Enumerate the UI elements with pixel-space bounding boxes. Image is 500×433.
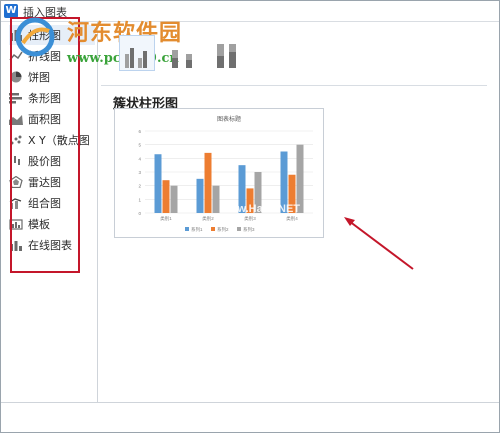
sidebar-item-bar[interactable]: 条形图 (9, 88, 95, 108)
sidebar-item-label: 雷达图 (28, 176, 61, 189)
chart-preview[interactable]: 图表标题 0 1 2 3 4 5 6 类别1 类别2 类别3 类别4 www.Hack.NET 系列1 系列… (114, 108, 324, 238)
sidebar-item-label: 折线图 (28, 50, 61, 63)
sidebar-item-template[interactable]: 模板 (9, 214, 95, 234)
stock-chart-icon (9, 155, 23, 167)
bar (196, 178, 204, 213)
sidebar-item-radar[interactable]: 雷达图 (9, 172, 95, 192)
sidebar-item-stock[interactable]: 股价图 (9, 151, 95, 171)
y-tick-label: 3 (138, 170, 141, 175)
preview-chart: 图表标题 0 1 2 3 4 5 6 类别1 类别2 类别3 类别4www.Hack.NET 系列1 系列… (138, 115, 313, 233)
section-divider (101, 85, 487, 86)
chart-title: 图表标题 (217, 115, 241, 123)
sidebar-item-label: X Y（散点图 (28, 134, 90, 147)
bar (170, 185, 178, 213)
sidebar-item-label: 在线图表 (28, 239, 72, 252)
sidebar-item-area[interactable]: 面积图 (9, 109, 95, 129)
footer-divider (1, 402, 499, 403)
chart-type-sidebar: 柱形图 折线图 饼图 条形图 面积图 X Y（散点图 股价图 雷达图 组合图 模… (1, 22, 98, 402)
column-chart-icon (9, 29, 23, 41)
bar (212, 185, 220, 213)
x-tick-label: 类别1 (160, 215, 172, 222)
legend-swatch (211, 227, 215, 231)
sidebar-item-scatter[interactable]: X Y（散点图 (9, 130, 95, 150)
subtype-percent-stacked-column[interactable] (209, 35, 245, 71)
sidebar-item-label: 条形图 (28, 92, 61, 105)
app-logo-icon: W (4, 4, 18, 18)
y-tick-label: 4 (138, 156, 141, 161)
chart-subtype-list (109, 35, 259, 75)
bar-chart-icon (9, 92, 23, 104)
y-tick-label: 0 (138, 211, 141, 216)
pie-chart-icon (9, 71, 23, 83)
legend-swatch (185, 227, 189, 231)
insert-chart-dialog: W 插入图表 柱形图 折线图 饼图 条形图 面积图 X Y（散点图 股价图 雷达… (0, 0, 500, 433)
legend-label: 系列1 (191, 226, 203, 233)
sidebar-item-label: 组合图 (28, 197, 61, 210)
sidebar-item-pie[interactable]: 饼图 (9, 67, 95, 87)
radar-chart-icon (9, 176, 23, 188)
sidebar-item-column[interactable]: 柱形图 (9, 25, 95, 45)
y-tick-label: 2 (138, 184, 141, 189)
clustered-column-icon (125, 48, 147, 68)
sidebar-item-label: 股价图 (28, 155, 61, 168)
area-chart-icon (9, 113, 23, 125)
bar (162, 180, 170, 213)
sidebar-item-label: 饼图 (28, 71, 50, 84)
scatter-chart-icon (9, 134, 23, 146)
x-tick-label: 类别2 (202, 215, 214, 222)
sidebar-item-label: 模板 (28, 218, 50, 231)
annotation-arrow-icon (344, 217, 414, 270)
y-tick-label: 6 (138, 129, 141, 134)
percent-stacked-column-icon (217, 44, 236, 68)
y-tick-label: 1 (138, 197, 141, 202)
stacked-column-icon (172, 50, 192, 68)
legend-swatch (237, 227, 241, 231)
preview-watermark-text: www.Hack.NET (219, 203, 300, 215)
x-tick-label: 类别3 (244, 215, 256, 222)
sidebar-item-label: 柱形图 (28, 29, 61, 42)
sidebar-item-combo[interactable]: 组合图 (9, 193, 95, 213)
y-tick-label: 5 (138, 143, 141, 148)
combo-chart-icon (9, 197, 23, 209)
line-chart-icon (9, 50, 23, 62)
x-tick-label: 类别4 (286, 215, 298, 222)
sidebar-item-online-chart[interactable]: 在线图表 (9, 235, 95, 255)
template-icon (9, 218, 23, 230)
bar (204, 152, 212, 213)
online-chart-icon (9, 239, 23, 251)
bar (154, 154, 162, 213)
sidebar-item-label: 面积图 (28, 113, 61, 126)
legend-label: 系列3 (243, 226, 255, 233)
subtype-clustered-column[interactable] (119, 35, 155, 71)
window-title: 插入图表 (23, 6, 67, 19)
sidebar-item-line[interactable]: 折线图 (9, 46, 95, 66)
subtype-stacked-column[interactable] (165, 35, 201, 71)
title-bar: W 插入图表 (1, 1, 499, 22)
legend-label: 系列2 (217, 226, 229, 233)
